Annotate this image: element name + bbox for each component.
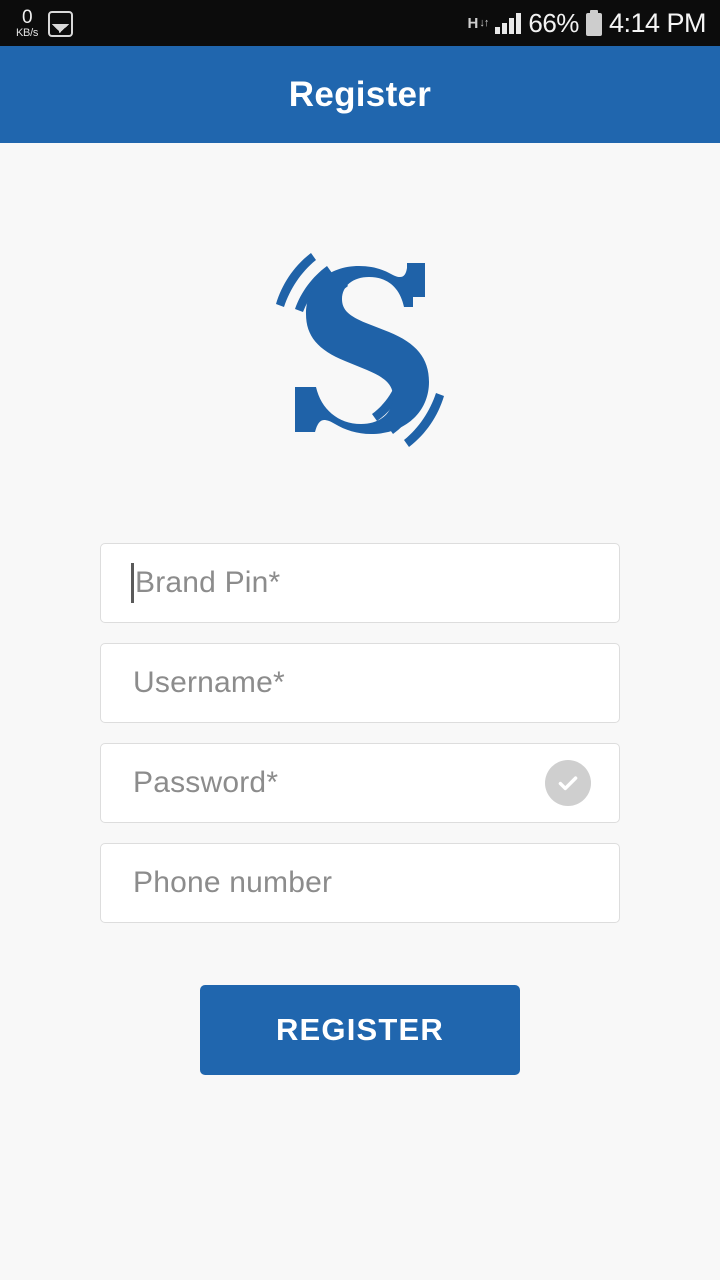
logo-container: [0, 143, 720, 465]
submit-row: REGISTER: [100, 985, 620, 1075]
check-circle-icon[interactable]: [545, 760, 591, 806]
battery-percent-label: 66%: [528, 7, 579, 38]
register-button[interactable]: REGISTER: [200, 985, 520, 1075]
brand-pin-placeholder: Brand Pin*: [135, 566, 281, 599]
status-bar: 0 KB/s H ↓↑ 66% 4:14 PM: [0, 0, 720, 46]
text-caret: [131, 563, 134, 603]
main-content: Brand Pin* Username* Password* Phone num…: [0, 143, 720, 1075]
data-connection-icon: H ↓↑: [467, 14, 490, 32]
network-speed-value: 0: [21, 6, 33, 28]
password-placeholder: Password*: [133, 766, 279, 799]
field-phone-number[interactable]: Phone number: [100, 843, 620, 923]
data-arrows-icon: ↓↑: [479, 16, 489, 29]
status-bar-right: H ↓↑ 66% 4:14 PM: [467, 7, 707, 39]
page-title: Register: [288, 74, 432, 114]
status-bar-left: 0 KB/s: [16, 8, 74, 39]
battery-icon: [585, 10, 602, 36]
field-brand-pin[interactable]: Brand Pin*: [100, 543, 620, 623]
data-type-label: H: [467, 14, 479, 32]
gallery-icon: [48, 10, 74, 37]
field-username[interactable]: Username*: [100, 643, 620, 723]
network-speed-indicator: 0 KB/s: [16, 8, 38, 39]
phone-screen: 0 KB/s H ↓↑ 66% 4:14 PM Register Brand P…: [0, 0, 720, 1280]
field-password[interactable]: Password*: [100, 743, 620, 823]
phone-number-placeholder: Phone number: [133, 866, 333, 899]
checkmark-glyph: [558, 776, 578, 791]
brand-logo-s-icon: [276, 253, 444, 447]
app-bar: Register: [0, 46, 720, 143]
registration-form: Brand Pin* Username* Password* Phone num…: [0, 543, 720, 1075]
network-speed-unit: KB/s: [16, 26, 39, 39]
username-placeholder: Username*: [133, 666, 285, 699]
signal-bars-icon: [495, 12, 522, 34]
clock-label: 4:14 PM: [608, 7, 707, 38]
